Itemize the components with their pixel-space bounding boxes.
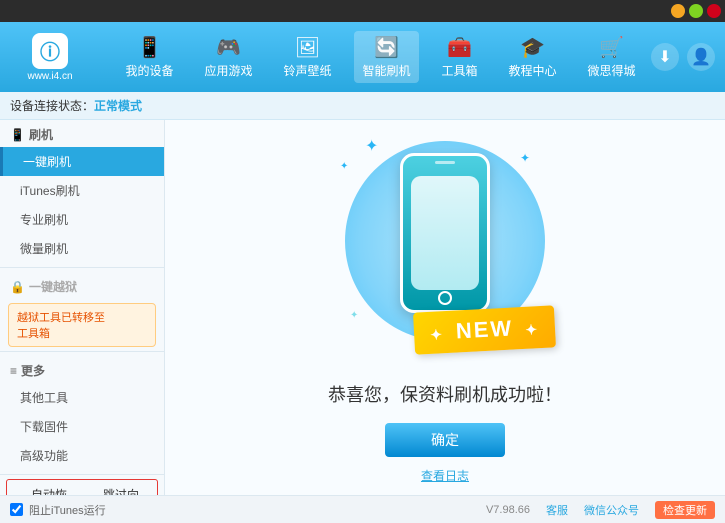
nav-tutorial-label: 教程中心 [508,62,556,79]
sidebar: 📱 刷机 一键刷机 iTunes刷机 专业刷机 微量刷机 🔒 一键越狱 越狱工具… [0,120,165,495]
auto-send-label: 自动恢送 [31,486,77,495]
new-badge: NEW [413,305,556,354]
confirm-button[interactable]: 确定 [385,423,505,457]
status-label: 设备连接状态： [10,97,94,114]
sidebar-divider-1 [0,267,164,268]
main-layout: 📱 刷机 一键刷机 iTunes刷机 专业刷机 微量刷机 🔒 一键越狱 越狱工具… [0,120,725,495]
close-button[interactable] [707,4,721,18]
flash-section-icon: 📱 [10,128,25,142]
goto-log-link[interactable]: 查看日志 [421,467,469,484]
phone-speaker [435,161,455,164]
skip-wizard-checkbox-label[interactable]: 跳过向导 [87,486,149,495]
stop-itunes-checkbox[interactable] [10,503,23,516]
phone-home-button [438,291,452,305]
sparkle-1: ✦ [365,136,378,156]
sidebar-item-other-tools[interactable]: 其他工具 [0,383,164,412]
nav-tutorial[interactable]: 🎓 教程中心 [500,31,564,83]
nav-apps-games[interactable]: 🎮 应用游戏 [196,31,260,83]
title-bar [0,0,725,22]
nav-smart-store[interactable]: 🔄 智能刷机 [354,31,418,83]
auto-send-checkbox-label[interactable]: 自动恢送 [15,486,77,495]
nav-wei-store-label: 微思得城 [587,62,635,79]
sidebar-section-flash: 📱 刷机 [0,120,164,147]
nav-ringtones[interactable]: 🖼 铃声壁纸 [275,31,339,83]
update-button[interactable]: 检查更新 [655,501,715,519]
ringtones-icon: 🖼 [295,35,320,60]
sparkle-4: ✦ [350,310,358,321]
user-button[interactable]: 👤 [687,43,715,71]
sparkle-2: ✦ [340,161,348,172]
nav-my-device-label: 我的设备 [125,62,173,79]
apps-games-icon: 🎮 [216,35,241,60]
nav-toolbox-label: 工具箱 [441,62,477,79]
success-text: 恭喜您，保资料刷机成功啦！ [328,381,562,407]
nav-wei-store[interactable]: 🛒 微思得城 [579,31,643,83]
bottom-right: V7.98.66 客服 微信公众号 检查更新 [486,501,715,519]
content-area: ✦ ✦ ✦ ✦ NEW 恭喜您，保资料刷机成功啦！ 确定 查看日志 [165,120,725,495]
one-click-flash-label: 一键刷机 [23,155,71,169]
sidebar-item-pro-flash[interactable]: 专业刷机 [0,205,164,234]
status-value: 正常模式 [94,97,142,114]
phone-screen [411,176,479,290]
nav-apps-games-label: 应用游戏 [204,62,252,79]
download-button[interactable]: ⬇ [651,43,679,71]
download-firmware-label: 下载固件 [20,420,68,434]
bottom-left: 阻止iTunes运行 [10,502,486,518]
sidebar-section-more: ≡ 更多 [0,356,164,383]
header: ⓘ www.i4.cn 📱 我的设备 🎮 应用游戏 🖼 铃声壁纸 🔄 智能刷机 … [0,22,725,92]
my-device-icon: 📱 [137,35,162,60]
checkbox-area: 自动恢送 跳过向导 [6,479,158,495]
jailbreak-warning: 越狱工具已转移至工具箱 [8,303,156,347]
other-tools-label: 其他工具 [20,391,68,405]
itunes-flash-label: iTunes刷机 [20,184,80,198]
sparkle-3: ✦ [520,151,530,165]
tutorial-icon: 🎓 [520,35,545,60]
phone-body [400,153,490,313]
nav-items: 📱 我的设备 🎮 应用游戏 🖼 铃声壁纸 🔄 智能刷机 🧰 工具箱 🎓 教程中心… [110,31,651,83]
sidebar-item-advanced[interactable]: 高级功能 [0,441,164,470]
micro-flash-label: 微量刷机 [20,242,68,256]
more-section-icon: ≡ [10,364,17,378]
version-text: V7.98.66 [486,504,530,516]
service-link[interactable]: 客服 [546,502,568,518]
nav-toolbox[interactable]: 🧰 工具箱 [433,31,485,83]
jailbreak-section-label: 一键越狱 [29,278,77,295]
logo-text: www.i4.cn [27,71,72,82]
minimize-button[interactable] [671,4,685,18]
sidebar-section-jailbreak: 🔒 一键越狱 [0,272,164,299]
nav-my-device[interactable]: 📱 我的设备 [117,31,181,83]
skip-wizard-label: 跳过向导 [103,486,149,495]
stop-itunes-label: 阻止iTunes运行 [29,502,106,518]
sidebar-divider-3 [0,474,164,475]
pro-flash-label: 专业刷机 [20,213,68,227]
jailbreak-section-icon: 🔒 [10,280,25,294]
advanced-label: 高级功能 [20,449,68,463]
more-section-label: 更多 [21,362,45,379]
status-bar: 设备连接状态： 正常模式 [0,92,725,120]
sidebar-item-micro-flash[interactable]: 微量刷机 [0,234,164,263]
logo-area: ⓘ www.i4.cn [10,33,90,82]
wei-store-icon: 🛒 [599,35,624,60]
maximize-button[interactable] [689,4,703,18]
smart-store-icon: 🔄 [374,35,399,60]
sidebar-divider-2 [0,351,164,352]
sidebar-item-itunes-flash[interactable]: iTunes刷机 [0,176,164,205]
header-right: ⬇ 👤 [651,43,715,71]
nav-ringtones-label: 铃声壁纸 [283,62,331,79]
new-badge-text: NEW [455,316,514,344]
phone-illustration: ✦ ✦ ✦ ✦ NEW [335,131,555,361]
wechat-link[interactable]: 微信公众号 [584,502,639,518]
flash-section-label: 刷机 [29,126,53,143]
nav-smart-store-label: 智能刷机 [362,62,410,79]
toolbox-icon: 🧰 [447,35,472,60]
logo-icon: ⓘ [32,33,68,69]
sidebar-item-one-click-flash[interactable]: 一键刷机 [0,147,164,176]
bottom-bar: 阻止iTunes运行 V7.98.66 客服 微信公众号 检查更新 [0,495,725,523]
sidebar-item-download-firmware[interactable]: 下载固件 [0,412,164,441]
